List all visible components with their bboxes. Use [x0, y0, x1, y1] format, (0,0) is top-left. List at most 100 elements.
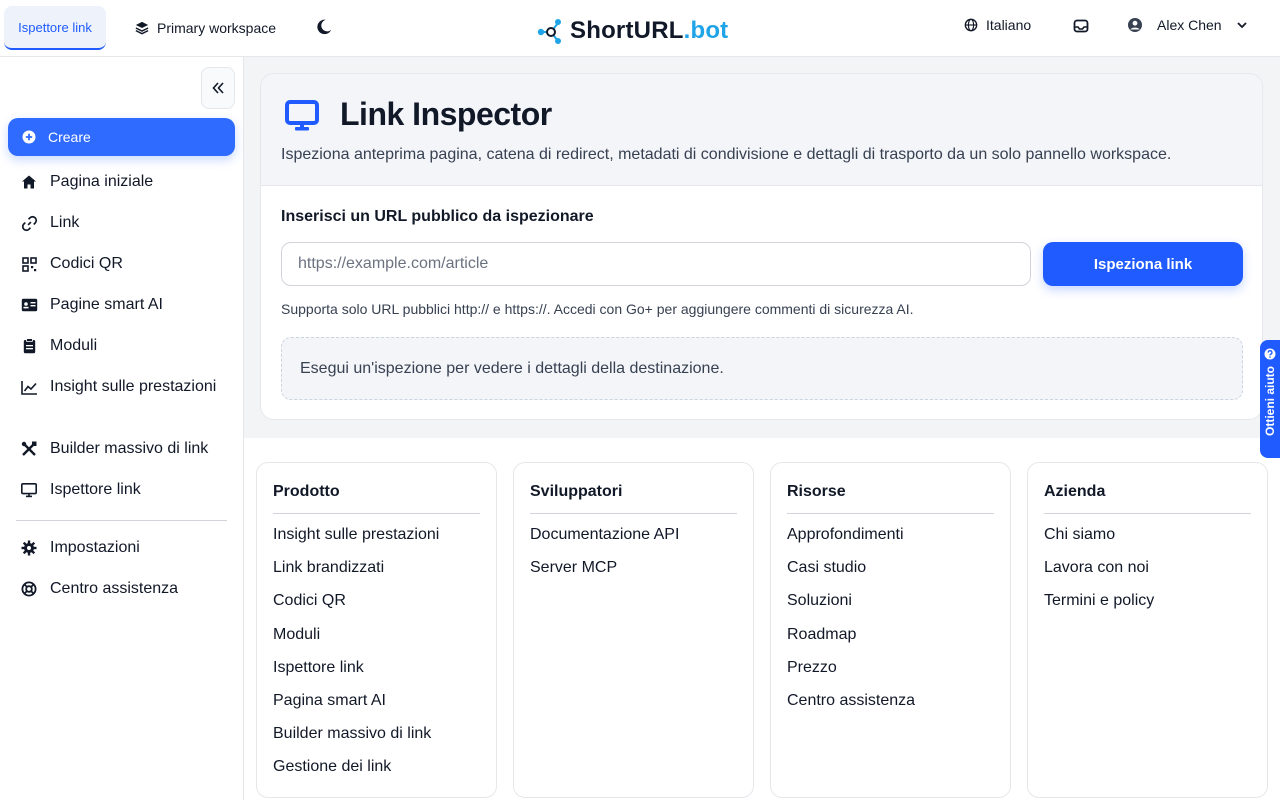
- moon-icon: [317, 19, 332, 35]
- footer-link[interactable]: Approfondimenti: [787, 526, 904, 544]
- sidebar-item-home[interactable]: Pagina iniziale: [20, 172, 230, 192]
- help-circle-icon: [1264, 348, 1276, 360]
- user-menu[interactable]: Alex Chen: [1127, 17, 1248, 33]
- globe-icon: [964, 18, 978, 32]
- gear-icon: [20, 539, 38, 557]
- link-inspector-card: Link Inspector Ispeziona anteprima pagin…: [260, 73, 1263, 420]
- footer-link[interactable]: Server MCP: [530, 559, 617, 577]
- footer-column-resources: Risorse Approfondimenti Casi studio Solu…: [770, 462, 1011, 798]
- double-chevron-left-icon: [212, 82, 224, 94]
- page-subtitle: Ispeziona anteprima pagina, catena di re…: [281, 146, 1172, 163]
- sidebar-item-performance-insights[interactable]: Insight sulle prestazioni: [20, 377, 230, 397]
- language-label: Italiano: [986, 17, 1032, 33]
- sidebar-item-label: Pagina iniziale: [50, 173, 154, 190]
- tools-icon: [20, 440, 38, 458]
- sidebar-item-qr-codes[interactable]: Codici QR: [20, 254, 230, 274]
- chart-line-icon: [20, 378, 38, 396]
- sidebar-item-label: Ispettore link: [50, 481, 141, 498]
- footer-column-title: Sviluppatori: [530, 483, 623, 500]
- language-selector[interactable]: Italiano: [964, 17, 1031, 33]
- footer-link[interactable]: Soluzioni: [787, 592, 852, 610]
- footer-link[interactable]: Centro assistenza: [787, 692, 915, 710]
- id-card-icon: [20, 296, 38, 314]
- brand-name: ShortURL.bot: [570, 17, 728, 45]
- create-button[interactable]: Creare: [8, 118, 235, 156]
- home-icon: [20, 173, 38, 191]
- footer-link[interactable]: Termini e policy: [1044, 592, 1154, 610]
- card-header: Link Inspector Ispeziona anteprima pagin…: [261, 74, 1262, 186]
- sidebar-item-label: Pagine smart AI: [50, 296, 163, 313]
- footer-divider: [787, 513, 994, 514]
- url-input[interactable]: [281, 242, 1031, 286]
- workspace-switcher[interactable]: Primary workspace: [135, 17, 276, 39]
- share-nodes-icon: [537, 19, 561, 44]
- create-label: Creare: [48, 129, 91, 145]
- sidebar-item-help-center[interactable]: Centro assistenza: [20, 579, 230, 599]
- inspection-result-placeholder: Esegui un'ispezione per vedere i dettagl…: [281, 337, 1243, 400]
- footer-link[interactable]: Chi siamo: [1044, 526, 1115, 544]
- footer-link[interactable]: Insight sulle prestazioni: [273, 526, 439, 544]
- chevron-down-icon: [1236, 22, 1247, 29]
- url-input-label: Inserisci un URL pubblico da ispezionare: [281, 208, 594, 225]
- footer-divider: [273, 513, 480, 514]
- sidebar-item-settings[interactable]: Impostazioni: [20, 538, 230, 558]
- footer-column-title: Azienda: [1044, 483, 1106, 500]
- footer-link[interactable]: Documentazione API: [530, 526, 679, 544]
- sidebar-item-forms[interactable]: Moduli: [20, 336, 230, 356]
- monitor-icon: [20, 481, 38, 499]
- sidebar-item-label: Impostazioni: [50, 539, 140, 556]
- footer-link[interactable]: Prezzo: [787, 659, 837, 677]
- footer-link[interactable]: Pagina smart AI: [273, 692, 386, 710]
- brand-logo[interactable]: ShortURL.bot: [536, 14, 728, 48]
- sidebar-item-label: Centro assistenza: [50, 580, 179, 597]
- footer-column-company: Azienda Chi siamo Lavora con noi Termini…: [1027, 462, 1268, 798]
- brand-main: ShortURL: [570, 17, 684, 44]
- footer-link[interactable]: Codici QR: [273, 592, 346, 610]
- plus-circle-icon: [22, 130, 36, 144]
- qr-code-icon: [20, 255, 38, 273]
- inspect-link-button[interactable]: Ispeziona link: [1043, 242, 1243, 286]
- workspace-label: Primary workspace: [157, 20, 277, 36]
- help-tab-label: Ottieni aiuto: [1263, 366, 1277, 436]
- footer-link[interactable]: Lavora con noi: [1044, 559, 1149, 577]
- footer-column-title: Risorse: [787, 483, 846, 500]
- sidebar-divider: [16, 520, 227, 521]
- footer-divider: [530, 513, 737, 514]
- sidebar-item-ai-smart-pages[interactable]: Pagine smart AI: [20, 295, 230, 315]
- footer-link[interactable]: Casi studio: [787, 559, 866, 577]
- sidebar-item-bulk-link-builder[interactable]: Builder massivo di link: [20, 439, 230, 459]
- sidebar-item-label: Insight sulle prestazioni: [50, 378, 217, 395]
- tab-link-inspector[interactable]: Ispettore link: [4, 6, 106, 50]
- sidebar: Creare Pagina iniziale Link Codici QR Pa…: [0, 57, 244, 800]
- sidebar-item-link-inspector[interactable]: Ispettore link: [20, 480, 230, 500]
- layers-icon: [135, 21, 149, 35]
- sidebar-item-link[interactable]: Link: [20, 213, 230, 233]
- link-icon: [20, 214, 38, 232]
- collapse-sidebar-button[interactable]: [201, 67, 235, 109]
- clipboard-icon: [20, 337, 38, 355]
- sidebar-item-label: Codici QR: [50, 255, 123, 272]
- sidebar-item-label: Link: [50, 214, 80, 231]
- footer-link[interactable]: Builder massivo di link: [273, 725, 431, 743]
- footer-link[interactable]: Ispettore link: [273, 659, 364, 677]
- footer-link[interactable]: Roadmap: [787, 626, 856, 644]
- user-name: Alex Chen: [1157, 17, 1222, 33]
- dark-mode-toggle[interactable]: [314, 17, 334, 37]
- footer-column-product: Prodotto Insight sulle prestazioni Link …: [256, 462, 497, 798]
- footer-link[interactable]: Moduli: [273, 626, 320, 644]
- brand-suffix: .bot: [683, 17, 729, 44]
- footer-link[interactable]: Link brandizzati: [273, 559, 384, 577]
- monitor-icon: [285, 100, 319, 131]
- lifebuoy-icon: [20, 580, 38, 598]
- footer-divider: [1044, 513, 1251, 514]
- input-hint: Supporta solo URL pubblici http:// e htt…: [281, 301, 914, 317]
- inbox-icon: [1073, 19, 1089, 33]
- get-help-tab[interactable]: Ottieni aiuto: [1260, 340, 1280, 458]
- footer-column-developers: Sviluppatori Documentazione API Server M…: [513, 462, 754, 798]
- sidebar-item-label: Builder massivo di link: [50, 440, 209, 457]
- user-avatar-icon: [1128, 18, 1142, 32]
- footer-link[interactable]: Gestione dei link: [273, 758, 391, 776]
- sidebar-item-label: Moduli: [50, 337, 98, 354]
- inbox-button[interactable]: [1073, 18, 1091, 36]
- footer-column-title: Prodotto: [273, 483, 340, 500]
